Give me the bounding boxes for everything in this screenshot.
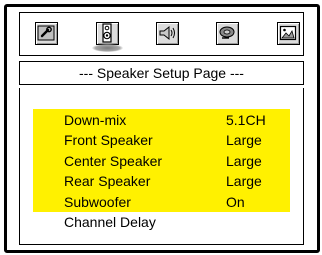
menu-item-channel-delay[interactable]: Channel Delay: [33, 212, 290, 233]
menu-item-value: Large: [226, 173, 262, 189]
disc-icon[interactable]: [216, 22, 239, 45]
menu-item-value: 5.1CH: [226, 112, 266, 128]
audio-speaker-icon[interactable]: [156, 22, 179, 45]
menu-item-label: Subwoofer: [64, 194, 131, 210]
menu-item-label: Rear Speaker: [64, 173, 151, 189]
menu-item-center-speaker[interactable]: Center Speaker Large: [33, 151, 290, 172]
speaker-icon[interactable]: [92, 22, 123, 52]
menu-item-rear-speaker[interactable]: Rear Speaker Large: [33, 171, 290, 192]
menu-item-subwoofer[interactable]: Subwoofer On: [33, 192, 290, 213]
page-title: --- Speaker Setup Page ---: [19, 61, 304, 85]
menu-item-value: On: [226, 194, 245, 210]
menu-item-value: Large: [226, 132, 262, 148]
menu-item-label: Center Speaker: [64, 153, 163, 169]
menu-item-label: Channel Delay: [64, 214, 156, 230]
wrench-icon[interactable]: [35, 22, 58, 45]
menu-item-down-mix[interactable]: Down-mix 5.1CH: [33, 110, 290, 131]
menu-item-label: Down-mix: [64, 112, 127, 128]
menu-item-value: Large: [226, 153, 262, 169]
menu-item-front-speaker[interactable]: Front Speaker Large: [33, 130, 290, 151]
image-icon[interactable]: [277, 22, 300, 45]
menu-item-label: Front Speaker: [64, 132, 153, 148]
